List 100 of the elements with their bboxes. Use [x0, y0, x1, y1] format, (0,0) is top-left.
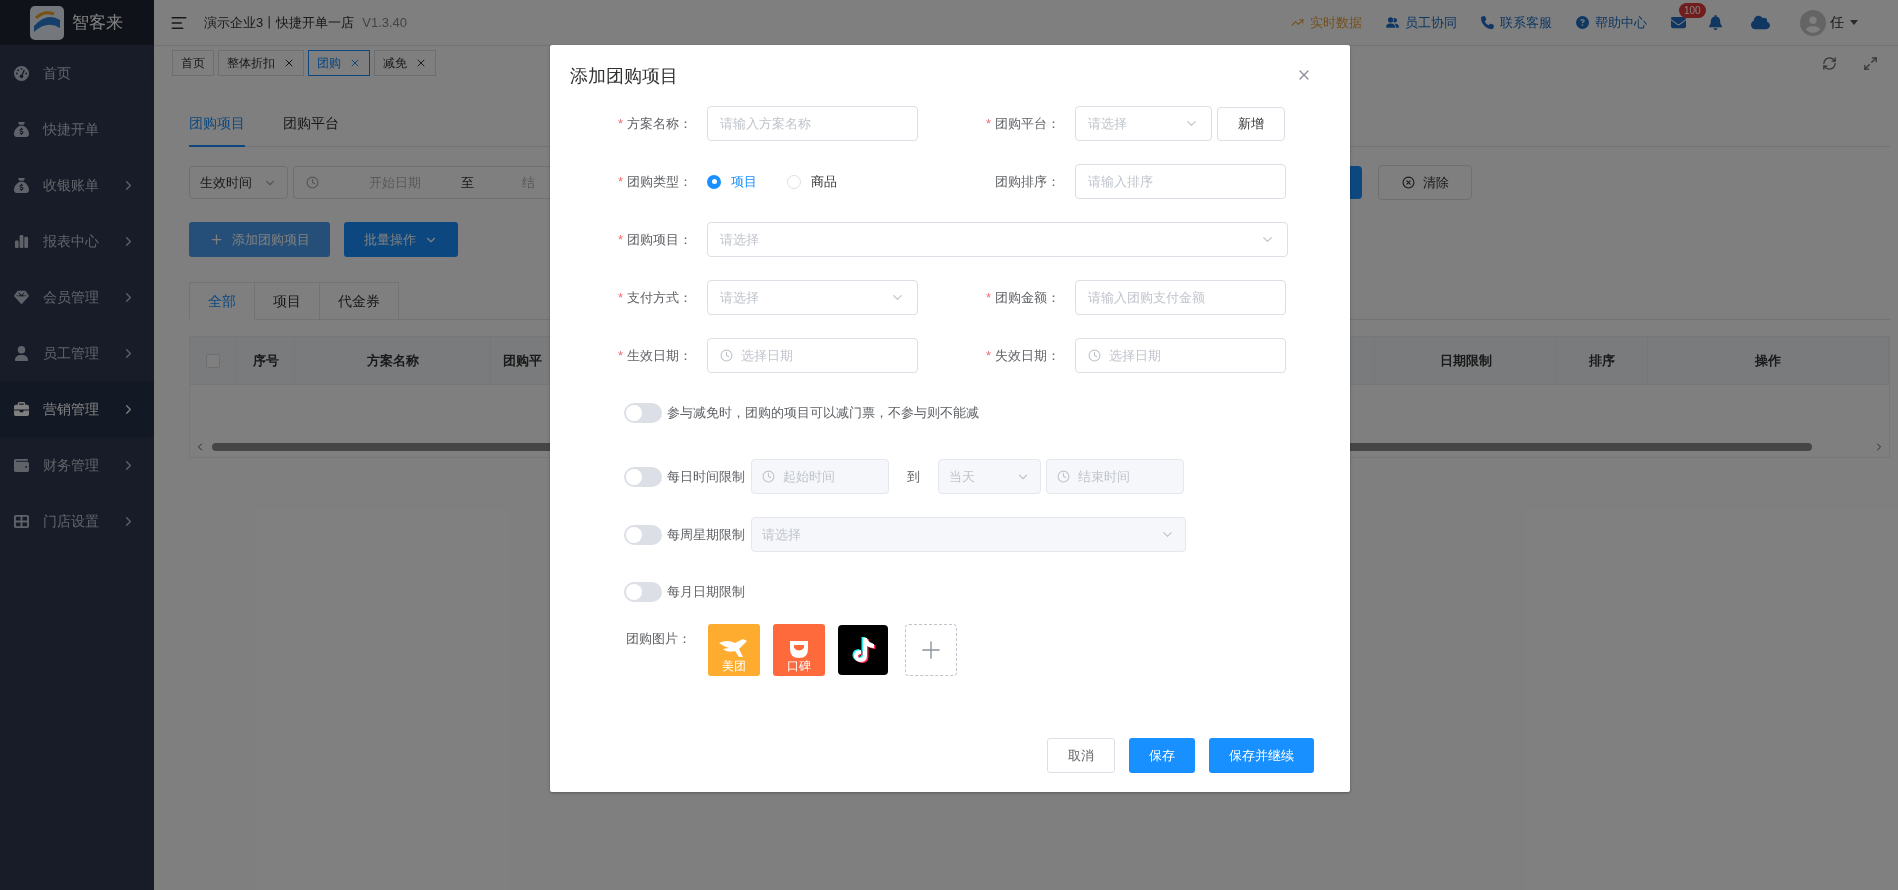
toggle-switch[interactable] — [624, 403, 662, 423]
radio-option[interactable]: 商品 — [787, 171, 837, 192]
clock-icon — [762, 470, 775, 483]
switch-label: 每周星期限制 — [667, 525, 745, 544]
text-field[interactable]: 请输入排序 — [1075, 164, 1286, 199]
sidebar-item[interactable]: 员工管理 — [0, 325, 154, 381]
switch-label: 每月日期限制 — [667, 583, 745, 602]
toggle-switch[interactable] — [624, 524, 662, 545]
required-mark: * — [617, 114, 623, 133]
sub-tab[interactable]: 团购项目 — [189, 102, 245, 147]
gauge-icon — [14, 65, 29, 81]
caret-icon[interactable] — [1850, 20, 1858, 25]
type-tab[interactable]: 项目 — [255, 282, 320, 320]
clear-icon — [1401, 176, 1415, 189]
top-link[interactable]: 实时数据 — [1291, 12, 1362, 33]
column-header: 方案名称 — [366, 351, 419, 370]
date-field[interactable]: 选择日期 — [1075, 338, 1286, 373]
sidebar-item[interactable]: 首页 — [0, 45, 154, 101]
fullscreen-icon[interactable] — [1863, 55, 1878, 71]
required-mark: * — [617, 172, 623, 191]
mail-icon[interactable] — [1671, 15, 1686, 30]
text-field[interactable]: 请输入方案名称 — [707, 106, 918, 141]
required-mark: * — [985, 114, 991, 133]
column-header: 序号 — [252, 351, 279, 370]
sub-tab[interactable]: 团购平台 — [283, 102, 339, 147]
close-icon[interactable] — [415, 57, 427, 69]
column-header: 日期限制 — [1439, 351, 1492, 370]
sidebar-item[interactable]: 收银账单 — [0, 157, 154, 213]
page-tab[interactable]: 减免 — [374, 50, 436, 76]
required-mark: * — [985, 346, 991, 365]
help-icon — [1576, 16, 1589, 29]
clock-icon — [306, 176, 319, 189]
select-field[interactable]: 请选择 — [707, 280, 918, 315]
type-tab[interactable]: 全部 — [189, 282, 255, 320]
switch-label: 参与减免时，团购的项目可以减门票，不参与则不能减 — [667, 404, 979, 423]
sidebar-item[interactable]: 营销管理 — [0, 381, 154, 437]
wallet-icon — [14, 457, 29, 473]
logo-icon — [30, 5, 64, 40]
range-separator: 到 — [907, 467, 920, 486]
images-label: 团购图片： — [626, 630, 692, 648]
required-mark: * — [617, 346, 623, 365]
add-button[interactable]: 添加团购项目 — [189, 222, 330, 257]
switch-label: 每日时间限制 — [667, 467, 745, 486]
close-icon[interactable] — [349, 57, 361, 69]
sidebar-item[interactable]: 财务管理 — [0, 437, 154, 493]
field-label: 团购项目： — [627, 230, 692, 249]
save-button[interactable]: 保存并继续 — [1209, 738, 1314, 773]
field-label: 生效日期： — [627, 346, 692, 365]
field-label: 团购平台： — [995, 114, 1060, 133]
briefcase-icon — [14, 401, 29, 417]
sidebar-item[interactable]: 报表中心 — [0, 213, 154, 269]
users-icon — [1386, 16, 1399, 29]
top-link[interactable]: 员工协同 — [1386, 12, 1457, 33]
clear-button[interactable]: 清除 — [1378, 165, 1472, 200]
add-image-button[interactable] — [905, 624, 957, 676]
batch-button[interactable]: 批量操作 — [344, 222, 458, 257]
toggle-switch[interactable] — [624, 582, 662, 602]
select-field[interactable]: 请选择 — [707, 222, 1288, 257]
radio-option[interactable]: 项目 — [707, 171, 757, 192]
cancel-button[interactable]: 取消 — [1047, 738, 1115, 773]
top-link[interactable]: 联系客服 — [1481, 12, 1552, 33]
bell-icon[interactable] — [1708, 15, 1723, 30]
select-field[interactable]: 请选择 — [1075, 106, 1212, 141]
page-tab[interactable]: 团购 — [308, 50, 370, 76]
money-bag-icon — [14, 177, 29, 193]
logo-tile[interactable]: 美团 — [708, 624, 760, 676]
sidebar-item[interactable]: 门店设置 — [0, 493, 154, 549]
cloud-icon[interactable] — [1751, 13, 1770, 32]
column-header: 操作 — [1755, 351, 1781, 370]
field-label: 团购类型： — [627, 172, 692, 191]
gem-icon — [14, 289, 29, 305]
money-bag-icon — [14, 121, 29, 137]
date-field[interactable]: 选择日期 — [707, 338, 918, 373]
mail-badge: 100 — [1679, 3, 1706, 18]
page-tab[interactable]: 整体折扣 — [218, 50, 304, 76]
text-field[interactable]: 请输入团购支付金额 — [1075, 280, 1286, 315]
dialog-title: 添加团购项目 — [570, 65, 678, 88]
clock-icon — [1088, 349, 1101, 362]
toggle-switch[interactable] — [624, 466, 662, 487]
column-header: 排序 — [1589, 351, 1615, 370]
logo-tile[interactable] — [838, 625, 888, 675]
smile-cup-icon — [788, 639, 810, 659]
logo-tile[interactable]: 口碑 — [773, 624, 825, 676]
refresh-icon[interactable] — [1822, 55, 1837, 71]
clock-icon — [720, 349, 733, 362]
sidebar-item[interactable]: 快捷开单 — [0, 101, 154, 157]
field-label: 失效日期： — [995, 346, 1060, 365]
column-header: 团购平 — [503, 351, 542, 370]
save-button[interactable]: 保存 — [1129, 738, 1195, 773]
close-icon[interactable] — [283, 57, 295, 69]
sidebar-item[interactable]: 会员管理 — [0, 269, 154, 325]
top-link[interactable]: 帮助中心 — [1576, 12, 1647, 33]
page-tab[interactable]: 首页 — [172, 50, 214, 76]
brand-name: 智客来 — [72, 11, 123, 34]
logo-caption: 口碑 — [787, 659, 811, 673]
time-type-select[interactable]: 生效时间 — [189, 166, 288, 199]
add-platform-button[interactable]: 新增 — [1217, 106, 1285, 141]
user-icon — [14, 345, 29, 361]
type-tab[interactable]: 代金券 — [320, 282, 399, 320]
user-name: 任 — [1830, 13, 1844, 32]
